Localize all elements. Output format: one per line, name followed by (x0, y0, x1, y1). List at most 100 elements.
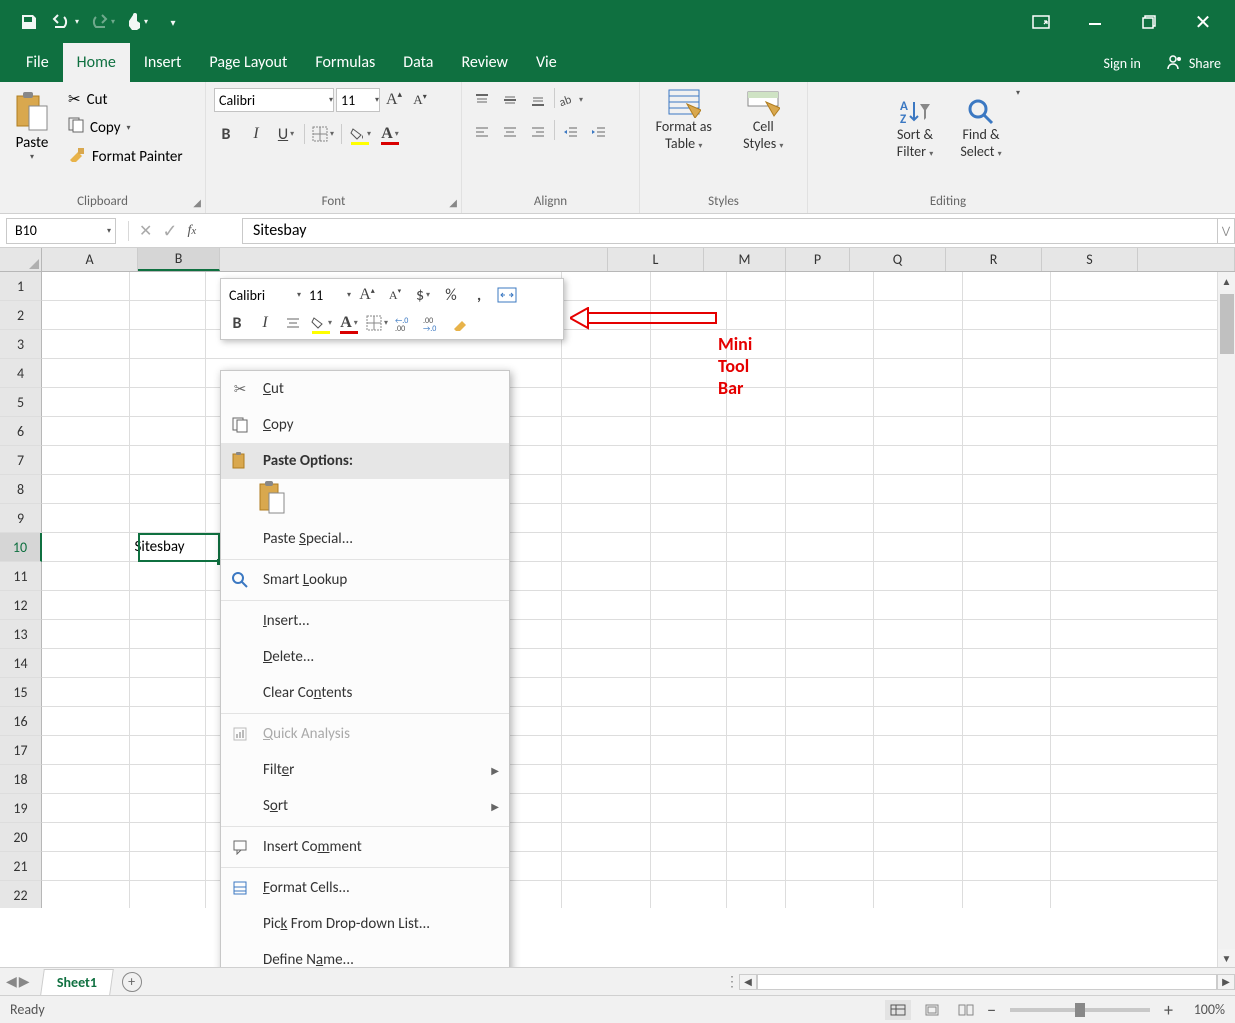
ribbon-display-options-icon[interactable] (1021, 2, 1061, 42)
mini-increase-font-icon[interactable]: A▴ (355, 283, 379, 307)
cell[interactable] (874, 446, 962, 474)
cell[interactable] (963, 881, 1051, 908)
cell[interactable] (786, 591, 874, 619)
cell[interactable] (651, 678, 727, 706)
cell[interactable] (651, 388, 727, 416)
align-center-icon[interactable] (498, 120, 522, 144)
font-name-select[interactable]: Calibri▾ (214, 88, 334, 112)
hscroll-right-button[interactable]: ▶ (1217, 974, 1235, 990)
menu-cut[interactable]: ✂Cut (221, 371, 509, 407)
formula-input[interactable]: Sitesbay (242, 218, 1217, 244)
cell[interactable] (963, 823, 1051, 851)
cell[interactable] (1051, 794, 1235, 822)
cut-button[interactable]: ✂Cut (64, 88, 187, 111)
cell[interactable] (874, 504, 962, 532)
cell[interactable] (562, 678, 650, 706)
cell[interactable] (42, 417, 130, 445)
menu-format-cells[interactable]: Format Cells... (221, 870, 509, 906)
cell[interactable] (130, 301, 206, 329)
cell[interactable] (963, 794, 1051, 822)
menu-delete[interactable]: Delete... (221, 639, 509, 675)
cell[interactable] (130, 823, 206, 851)
cell[interactable] (727, 446, 786, 474)
cell[interactable] (727, 591, 786, 619)
cell[interactable] (874, 562, 962, 590)
cell[interactable] (963, 620, 1051, 648)
cell[interactable] (651, 765, 727, 793)
cell[interactable] (651, 417, 727, 445)
borders-button[interactable]: ▾ (311, 122, 335, 146)
vertical-scrollbar[interactable]: ▲ ▼ (1217, 272, 1235, 967)
menu-filter[interactable]: Filter▶ (221, 752, 509, 788)
mini-increase-decimal-icon[interactable]: ←.0.00 (393, 311, 417, 335)
mini-font-size[interactable]: 11▾ (305, 287, 351, 304)
cell[interactable] (651, 359, 727, 387)
cell[interactable] (786, 417, 874, 445)
cell[interactable] (874, 388, 962, 416)
mini-fill-color-button[interactable]: ▾ (309, 311, 333, 335)
touch-mode-button[interactable]: ▾ (122, 7, 152, 37)
row-header[interactable]: 2 (0, 301, 42, 330)
cell[interactable] (1051, 272, 1235, 300)
cell[interactable] (874, 823, 962, 851)
select-all-corner[interactable] (0, 248, 42, 271)
cell[interactable] (651, 881, 727, 908)
restore-button[interactable] (1129, 2, 1169, 42)
hscroll-left-button[interactable]: ◀ (739, 974, 757, 990)
cell[interactable] (562, 765, 650, 793)
cell[interactable] (651, 649, 727, 677)
cell[interactable] (786, 272, 874, 300)
cell[interactable] (727, 881, 786, 908)
clipboard-dialog-launcher-icon[interactable]: ◢ (193, 196, 201, 209)
cell[interactable] (874, 736, 962, 764)
minimize-button[interactable] (1075, 2, 1115, 42)
cell[interactable] (42, 562, 130, 590)
cell[interactable] (42, 823, 130, 851)
cell[interactable] (651, 533, 727, 561)
enter-formula-icon[interactable]: ✓ (162, 220, 177, 242)
cell[interactable] (562, 446, 650, 474)
cell[interactable] (562, 823, 650, 851)
cell[interactable] (963, 678, 1051, 706)
fx-icon[interactable]: fx (188, 223, 197, 239)
row-header[interactable]: 22 (0, 881, 42, 908)
align-left-icon[interactable] (470, 120, 494, 144)
cell[interactable] (42, 707, 130, 735)
cell[interactable] (651, 852, 727, 880)
mini-merge-center-icon[interactable] (495, 283, 519, 307)
cell[interactable] (874, 359, 962, 387)
find-select-button[interactable]: Find & Select ▾ (951, 98, 1011, 192)
cell[interactable] (786, 301, 874, 329)
cell[interactable] (963, 446, 1051, 474)
cell[interactable] (727, 533, 786, 561)
cell[interactable] (42, 591, 130, 619)
cell[interactable] (130, 707, 206, 735)
cell[interactable] (651, 562, 727, 590)
cell[interactable] (1051, 301, 1235, 329)
cell[interactable] (130, 765, 206, 793)
row-header[interactable]: 5 (0, 388, 42, 417)
col-header-r[interactable]: R (946, 248, 1042, 271)
cell[interactable] (1051, 823, 1235, 851)
cell[interactable] (874, 533, 962, 561)
cell[interactable] (562, 272, 650, 300)
cell[interactable] (727, 620, 786, 648)
cell[interactable] (42, 533, 130, 561)
cell[interactable] (963, 649, 1051, 677)
bold-button[interactable]: B (214, 122, 238, 146)
zoom-level[interactable]: 100% (1181, 1001, 1225, 1018)
tab-insert[interactable]: Insert (130, 43, 196, 82)
cell[interactable] (42, 794, 130, 822)
cell[interactable] (42, 388, 130, 416)
cell[interactable] (786, 388, 874, 416)
cell[interactable] (1051, 736, 1235, 764)
cell[interactable] (1051, 359, 1235, 387)
cell[interactable] (562, 794, 650, 822)
cell[interactable] (786, 649, 874, 677)
cell[interactable] (562, 388, 650, 416)
cell[interactable] (562, 591, 650, 619)
copy-button[interactable]: Copy▾ (64, 115, 187, 140)
cell[interactable] (1051, 330, 1235, 358)
cell[interactable] (727, 707, 786, 735)
mini-align-center-icon[interactable] (281, 311, 305, 335)
